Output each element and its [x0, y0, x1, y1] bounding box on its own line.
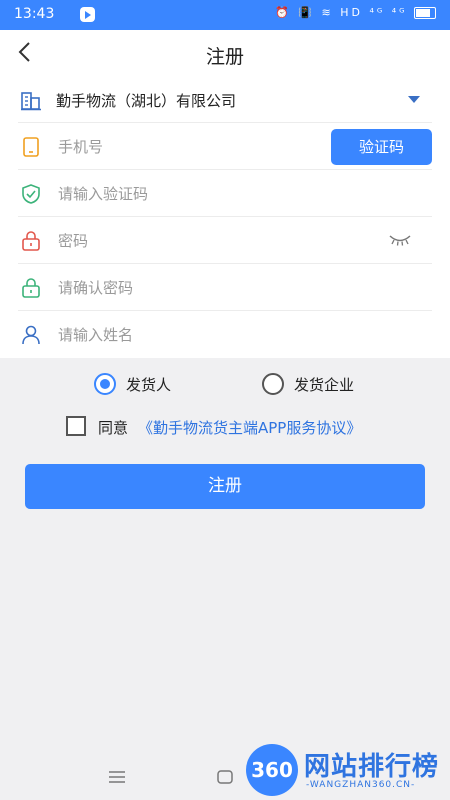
verification-code-input[interactable]	[56, 178, 330, 210]
radio-selected-icon[interactable]	[94, 373, 116, 395]
watermark-text: 网站排行榜	[304, 752, 440, 782]
password-input[interactable]	[56, 225, 330, 257]
status-icons: ⏰ 📳 ≋ HD ⁴ᴳ ⁴ᴳ	[275, 6, 436, 19]
phone-icon	[23, 137, 39, 157]
get-code-button[interactable]: 验证码	[331, 129, 432, 165]
building-icon	[21, 92, 41, 111]
user-icon	[22, 325, 40, 345]
page-title: 注册	[205, 46, 244, 68]
password-row	[18, 217, 432, 264]
agreement-prefix: 同意	[98, 419, 129, 437]
agreement-link[interactable]: 《勤手物流货主端APP服务协议》	[138, 417, 361, 438]
role-option-label: 发货企业	[294, 376, 355, 394]
radio-unselected-icon[interactable]	[262, 373, 284, 395]
shield-check-icon	[22, 184, 40, 204]
lock-icon	[22, 231, 40, 251]
name-input[interactable]	[56, 319, 330, 351]
name-row	[18, 311, 432, 357]
chevron-down-icon	[408, 96, 420, 103]
lock-icon	[22, 278, 40, 298]
role-option-label: 发货人	[126, 376, 172, 394]
agreement-row: 同意 《勤手物流货主端APP服务协议》	[66, 416, 406, 438]
watermark-badge: 360	[246, 744, 298, 796]
status-time: 13:43	[14, 6, 55, 22]
status-indicator-icons: ⏰ 📳 ≋ HD ⁴ᴳ ⁴ᴳ	[275, 6, 408, 19]
confirm-password-row	[18, 264, 432, 311]
status-bar: 13:43 ⏰ 📳 ≋ HD ⁴ᴳ ⁴ᴳ	[0, 0, 450, 30]
page-header: 注册	[0, 30, 450, 76]
notification-app-icon	[80, 7, 95, 22]
agreement-checkbox[interactable]	[66, 416, 86, 436]
home-icon[interactable]	[216, 769, 234, 785]
phone-row: 验证码	[18, 123, 432, 170]
company-name: 勤手物流（湖北）有限公司	[56, 92, 237, 110]
watermark-logo: 360 网站排行榜 -WANGZHAN360.CN-	[234, 738, 450, 800]
company-select[interactable]: 勤手物流（湖北）有限公司	[18, 76, 432, 123]
role-radio-group: 发货人 发货企业	[0, 370, 450, 398]
menu-icon[interactable]	[108, 769, 126, 785]
confirm-password-input[interactable]	[56, 272, 330, 304]
battery-icon	[414, 7, 436, 19]
code-row	[18, 170, 432, 217]
phone-input[interactable]	[56, 131, 330, 163]
register-form: 注册 勤手物流（湖北）有限公司 验证码	[0, 30, 450, 358]
watermark-subtext: -WANGZHAN360.CN-	[306, 780, 416, 790]
eye-closed-icon[interactable]	[388, 233, 412, 247]
register-button[interactable]: 注册	[25, 464, 425, 509]
